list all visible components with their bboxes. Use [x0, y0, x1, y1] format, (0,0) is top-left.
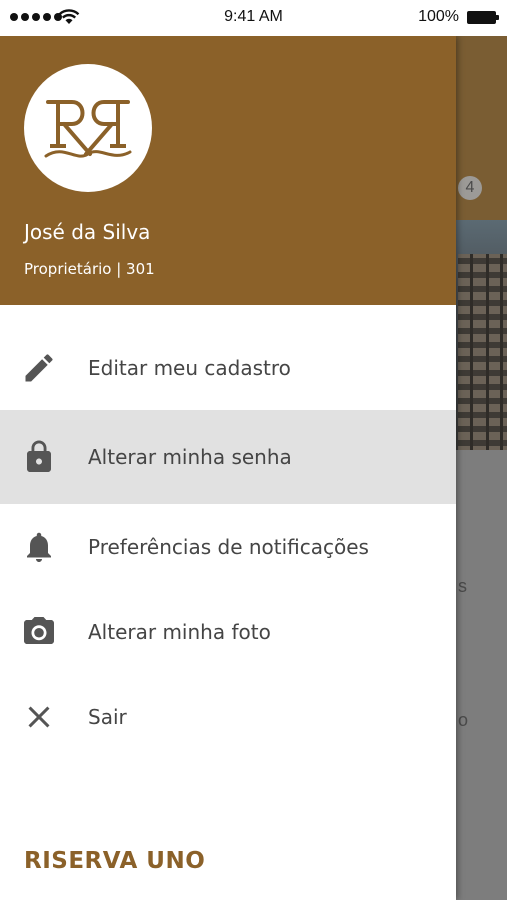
menu-item-label: Editar meu cadastro [88, 355, 291, 380]
brand-name: RISERVA UNO [24, 848, 206, 874]
camera-icon [20, 613, 58, 651]
lock-icon [20, 438, 58, 476]
navigation-drawer: José da Silva Proprietário | 301 Editar … [0, 36, 456, 900]
close-icon [20, 698, 58, 736]
avatar[interactable] [24, 64, 152, 192]
drawer-menu: Editar meu cadastro Alterar minha senha … [0, 325, 456, 759]
menu-item-label: Alterar minha senha [88, 445, 292, 469]
riserva-monogram-logo [44, 100, 132, 158]
drawer-header: José da Silva Proprietário | 301 [0, 36, 456, 305]
battery-icon [467, 11, 499, 24]
menu-item-change-password[interactable]: Alterar minha senha [0, 410, 456, 504]
menu-item-label: Preferências de notificações [88, 534, 369, 559]
background-text-fragment: o [458, 710, 469, 730]
menu-item-label: Sair [88, 704, 127, 729]
user-name: José da Silva [24, 220, 151, 244]
status-bar: 9:41 AM 100% [0, 0, 507, 36]
user-role: Proprietário | 301 [24, 260, 155, 278]
menu-item-edit-profile[interactable]: Editar meu cadastro [0, 325, 456, 410]
background-text-fragment: s [458, 576, 467, 596]
menu-item-notification-preferences[interactable]: Preferências de notificações [0, 504, 456, 589]
menu-item-logout[interactable]: Sair [0, 674, 456, 759]
background-count-badge: 4 [458, 176, 482, 200]
menu-item-label: Alterar minha foto [88, 619, 271, 644]
bell-icon [20, 528, 58, 566]
menu-item-change-photo[interactable]: Alterar minha foto [0, 589, 456, 674]
pencil-icon [20, 349, 58, 387]
battery-percent: 100% [418, 8, 459, 25]
background-building-photo [456, 220, 507, 450]
